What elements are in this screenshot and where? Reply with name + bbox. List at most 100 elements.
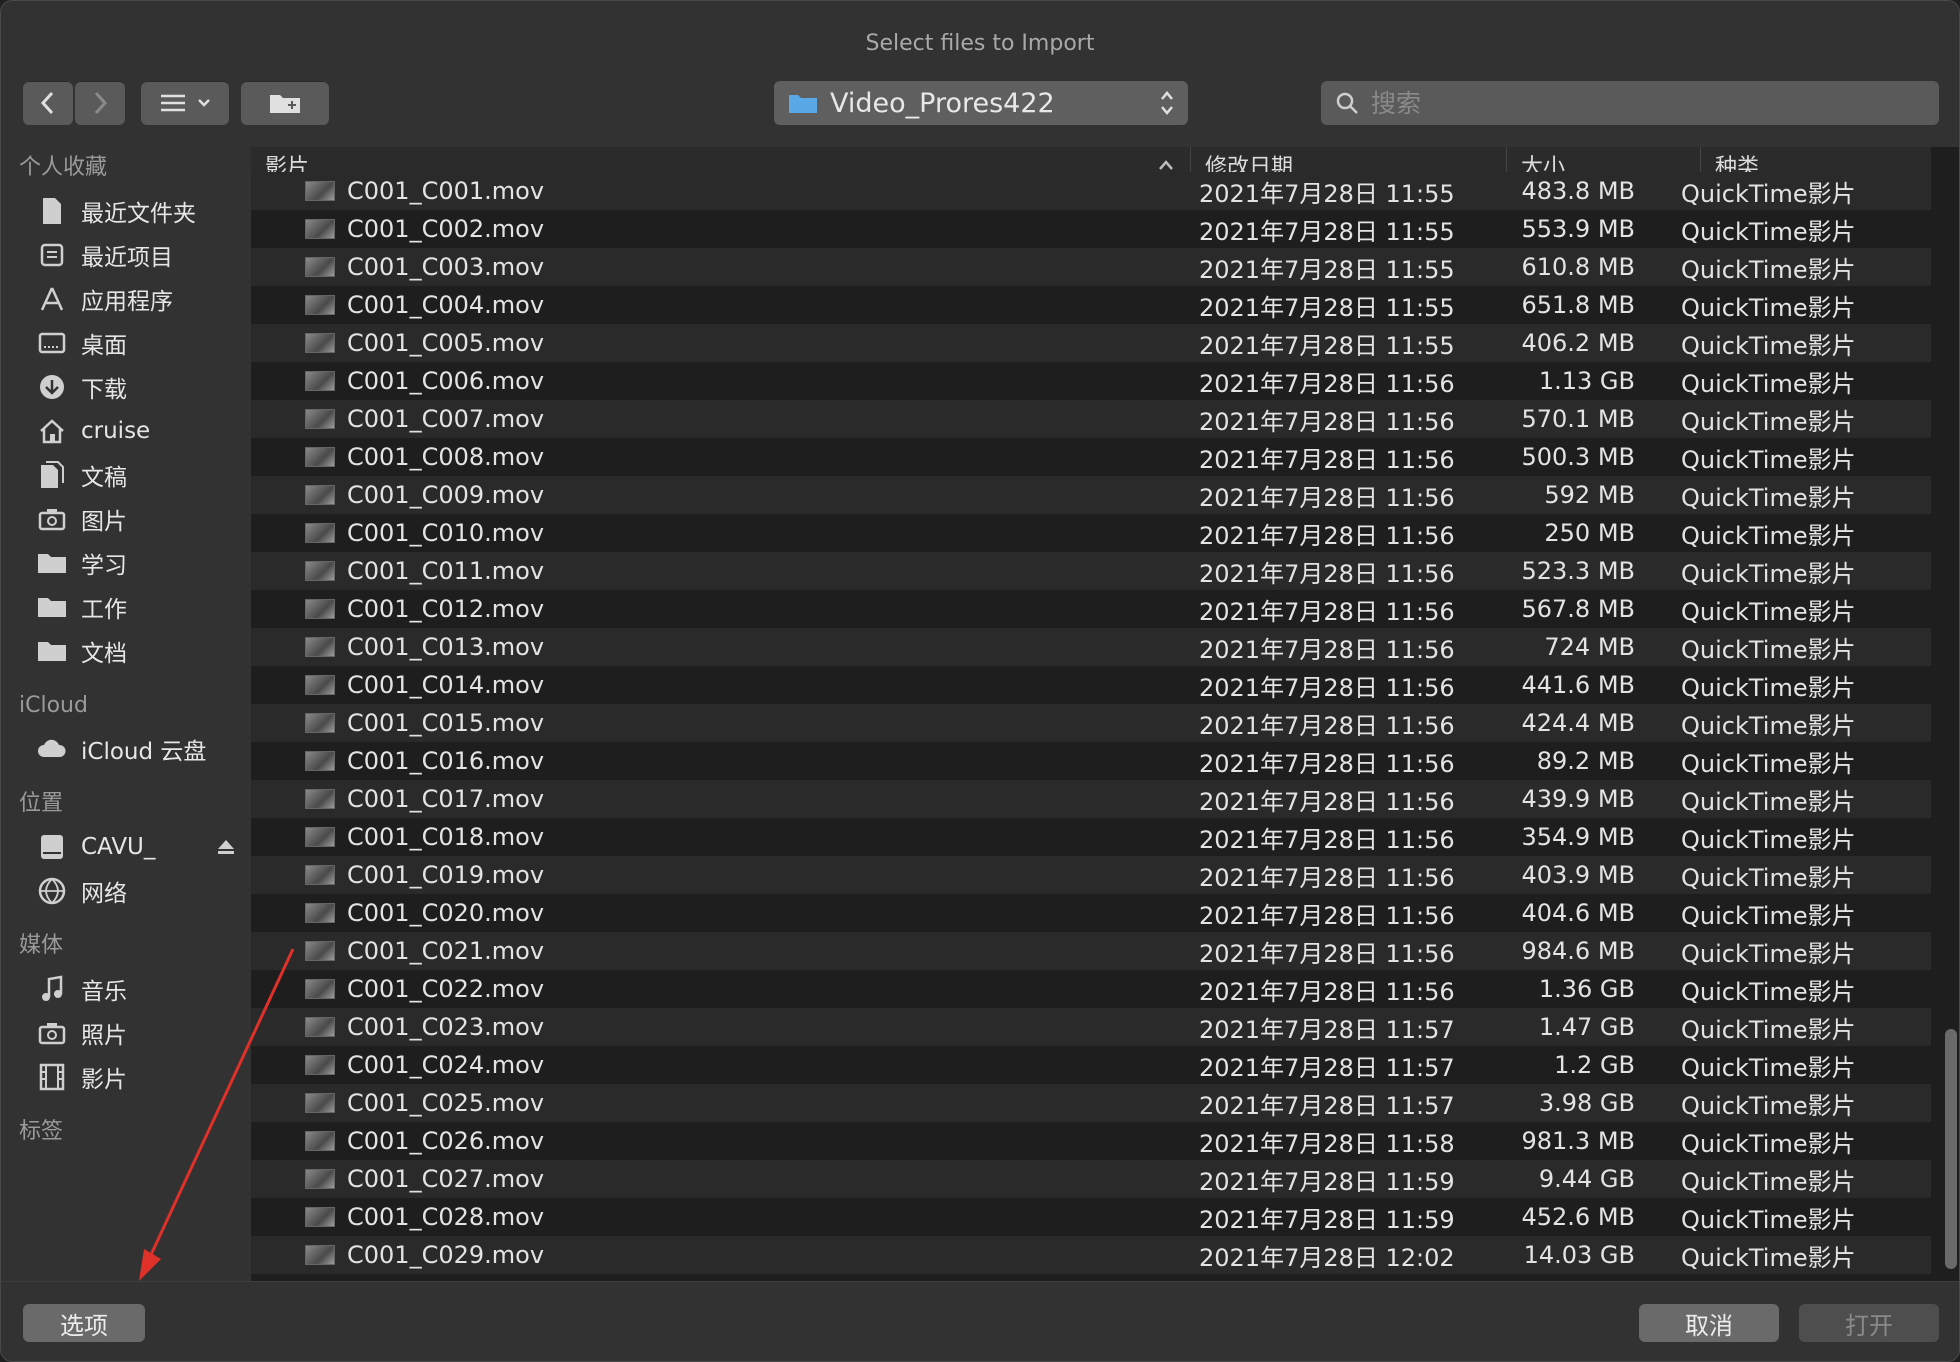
sidebar-item-movies[interactable]: 影片 [1, 1055, 251, 1099]
path-selector[interactable]: Video_Prores422 [774, 81, 1188, 125]
back-button[interactable] [23, 81, 73, 125]
drive-icon [37, 832, 67, 862]
table-row[interactable]: C001_C015.mov 2021年7月28日 11:56 424.4 MB Qui… [251, 704, 1931, 742]
file-name-cell: C001_C022.mov [251, 975, 1183, 1003]
eject-icon[interactable] [217, 839, 235, 855]
table-row[interactable]: C001_C017.mov 2021年7月28日 11:56 439.9 MB Qui… [251, 780, 1931, 818]
search-field[interactable] [1321, 81, 1939, 125]
table-row[interactable]: C001_C009.mov 2021年7月28日 11:56 592 MB Quick… [251, 476, 1931, 514]
folder-icon [37, 636, 67, 666]
file-name: C001_C004.mov [347, 291, 545, 319]
table-row[interactable]: C001_C008.mov 2021年7月28日 11:56 500.3 MB Qui… [251, 438, 1931, 476]
sidebar-item-photos[interactable]: 照片 [1, 1011, 251, 1055]
table-row[interactable]: C001_C018.mov 2021年7月28日 11:56 354.9 MB Qui… [251, 818, 1931, 856]
kind-cell: QuickTime影片 [1681, 1243, 1856, 1272]
sidebar-item-label: 应用程序 [81, 289, 173, 315]
sidebar-item-music[interactable]: 音乐 [1, 967, 251, 1011]
date-cell: 2021年7月28日 11:55 [1199, 255, 1455, 284]
table-row[interactable]: C001_C026.mov 2021年7月28日 11:58 981.3 MB Qui… [251, 1122, 1931, 1160]
sidebar-item-icloud-drive[interactable]: iCloud 云盘 [1, 727, 251, 771]
music-icon [37, 974, 67, 1004]
size-cell: 592 MB [1544, 481, 1635, 509]
sidebar-item-study[interactable]: 学习 [1, 541, 251, 585]
date-cell: 2021年7月28日 11:56 [1199, 787, 1455, 816]
cancel-button[interactable]: 取消 [1639, 1304, 1779, 1342]
date-cell: 2021年7月28日 11:57 [1199, 1053, 1455, 1082]
sidebar-item-documents[interactable]: 文稿 [1, 453, 251, 497]
kind-cell: QuickTime影片 [1681, 1205, 1856, 1234]
video-thumbnail-icon [305, 219, 335, 239]
video-thumbnail-icon [305, 675, 335, 695]
camera-icon [37, 1018, 67, 1048]
search-input[interactable] [1369, 87, 1925, 119]
table-row[interactable]: C001_C025.mov 2021年7月28日 11:57 3.98 GB Quic… [251, 1084, 1931, 1122]
file-name: C001_C013.mov [347, 633, 545, 661]
table-row[interactable]: C001_C005.mov 2021年7月28日 11:55 406.2 MB Qui… [251, 324, 1931, 362]
sidebar-item-recent-folders[interactable]: 最近文件夹 [1, 189, 251, 233]
video-thumbnail-icon [305, 1207, 335, 1227]
video-thumbnail-icon [305, 1017, 335, 1037]
table-row[interactable]: C001_C011.mov 2021年7月28日 11:56 523.3 MB Qui… [251, 552, 1931, 590]
table-row[interactable]: C001_C024.mov 2021年7月28日 11:57 1.2 GB Quick… [251, 1046, 1931, 1084]
view-mode-button[interactable] [141, 81, 229, 125]
file-name: C001_C017.mov [347, 785, 545, 813]
table-row[interactable]: C001_C019.mov 2021年7月28日 11:56 403.9 MB Qui… [251, 856, 1931, 894]
date-cell: 2021年7月28日 11:56 [1199, 445, 1455, 474]
sidebar-item-desktop[interactable]: 桌面 [1, 321, 251, 365]
sidebar-item-cavu-drive[interactable]: CAVU_ [1, 825, 251, 869]
table-row[interactable]: C001_C021.mov 2021年7月28日 11:56 984.6 MB Qui… [251, 932, 1931, 970]
file-name-cell: C001_C010.mov [251, 519, 1183, 547]
table-row[interactable]: C001_C001.mov 2021年7月28日 11:55 483.8 MB Qui… [251, 172, 1931, 210]
table-row[interactable]: C001_C029.mov 2021年7月28日 12:02 14.03 GB Qui… [251, 1236, 1931, 1274]
file-name-cell: C001_C012.mov [251, 595, 1183, 623]
date-cell: 2021年7月28日 11:59 [1199, 1167, 1455, 1196]
scrollbar-thumb[interactable] [1945, 1029, 1957, 1269]
size-cell: 567.8 MB [1521, 595, 1635, 623]
video-thumbnail-icon [305, 1131, 335, 1151]
table-row[interactable]: C001_C027.mov 2021年7月28日 11:59 9.44 GB Quic… [251, 1160, 1931, 1198]
table-row[interactable]: C001_C013.mov 2021年7月28日 11:56 724 MB Quick… [251, 628, 1931, 666]
table-row[interactable]: C001_C004.mov 2021年7月28日 11:55 651.8 MB Qui… [251, 286, 1931, 324]
sidebar-item-docs[interactable]: 文档 [1, 629, 251, 673]
sidebar-section-label: 标签 [19, 1119, 64, 1144]
table-row[interactable]: C001_C010.mov 2021年7月28日 11:56 250 MB Quick… [251, 514, 1931, 552]
table-row[interactable]: C001_C012.mov 2021年7月28日 11:56 567.8 MB Qui… [251, 590, 1931, 628]
file-name-cell: C001_C014.mov [251, 671, 1183, 699]
sidebar-item-network[interactable]: 网络 [1, 869, 251, 913]
file-name: C001_C002.mov [347, 215, 545, 243]
table-row[interactable]: C001_C022.mov 2021年7月28日 11:56 1.36 GB Quic… [251, 970, 1931, 1008]
size-cell: 406.2 MB [1521, 329, 1635, 357]
file-name: C001_C028.mov [347, 1203, 545, 1231]
kind-cell: QuickTime影片 [1681, 293, 1856, 322]
scrollbar-track[interactable] [1939, 189, 1959, 1281]
forward-button[interactable] [75, 81, 125, 125]
file-name-cell: C001_C001.mov [251, 177, 1183, 205]
table-row[interactable]: C001_C006.mov 2021年7月28日 11:56 1.13 GB Quic… [251, 362, 1931, 400]
sidebar-item-downloads[interactable]: 下载 [1, 365, 251, 409]
sidebar-item-recents[interactable]: 最近项目 [1, 233, 251, 277]
table-row[interactable]: C001_C002.mov 2021年7月28日 11:55 553.9 MB Qui… [251, 210, 1931, 248]
table-row[interactable]: C001_C020.mov 2021年7月28日 11:56 404.6 MB Qui… [251, 894, 1931, 932]
file-name: C001_C005.mov [347, 329, 545, 357]
table-row[interactable]: C001_C028.mov 2021年7月28日 11:59 452.6 MB Qui… [251, 1198, 1931, 1236]
table-row[interactable]: C001_C003.mov 2021年7月28日 11:55 610.8 MB Qui… [251, 248, 1931, 286]
table-body: C001_C001.mov 2021年7月28日 11:55 483.8 MB Qui… [251, 172, 1931, 1274]
table-row[interactable]: C001_C023.mov 2021年7月28日 11:57 1.47 GB Quic… [251, 1008, 1931, 1046]
sidebar-item-pictures[interactable]: 图片 [1, 497, 251, 541]
sidebar-item-work[interactable]: 工作 [1, 585, 251, 629]
sidebar-item-home[interactable]: cruise [1, 409, 251, 453]
open-button[interactable]: 打开 [1799, 1304, 1939, 1342]
table-row[interactable]: C001_C007.mov 2021年7月28日 11:56 570.1 MB Qui… [251, 400, 1931, 438]
options-button[interactable]: 选项 [23, 1304, 145, 1342]
file-name: C001_C007.mov [347, 405, 545, 433]
dialog-title: Select files to Import [865, 31, 1095, 56]
sidebar-item-applications[interactable]: 应用程序 [1, 277, 251, 321]
kind-cell: QuickTime影片 [1681, 749, 1856, 778]
size-cell: 14.03 GB [1523, 1241, 1635, 1269]
table-row[interactable]: C001_C014.mov 2021年7月28日 11:56 441.6 MB Qui… [251, 666, 1931, 704]
file-list: 影片 修改日期 大小 种类 C001_C001.mov 2021年7月28日 11… [251, 147, 1959, 1281]
file-name: C001_C029.mov [347, 1241, 545, 1269]
table-row[interactable]: C001_C016.mov 2021年7月28日 11:56 89.2 MB Quic… [251, 742, 1931, 780]
new-folder-button[interactable] [241, 81, 329, 125]
date-cell: 2021年7月28日 11:57 [1199, 1015, 1455, 1044]
